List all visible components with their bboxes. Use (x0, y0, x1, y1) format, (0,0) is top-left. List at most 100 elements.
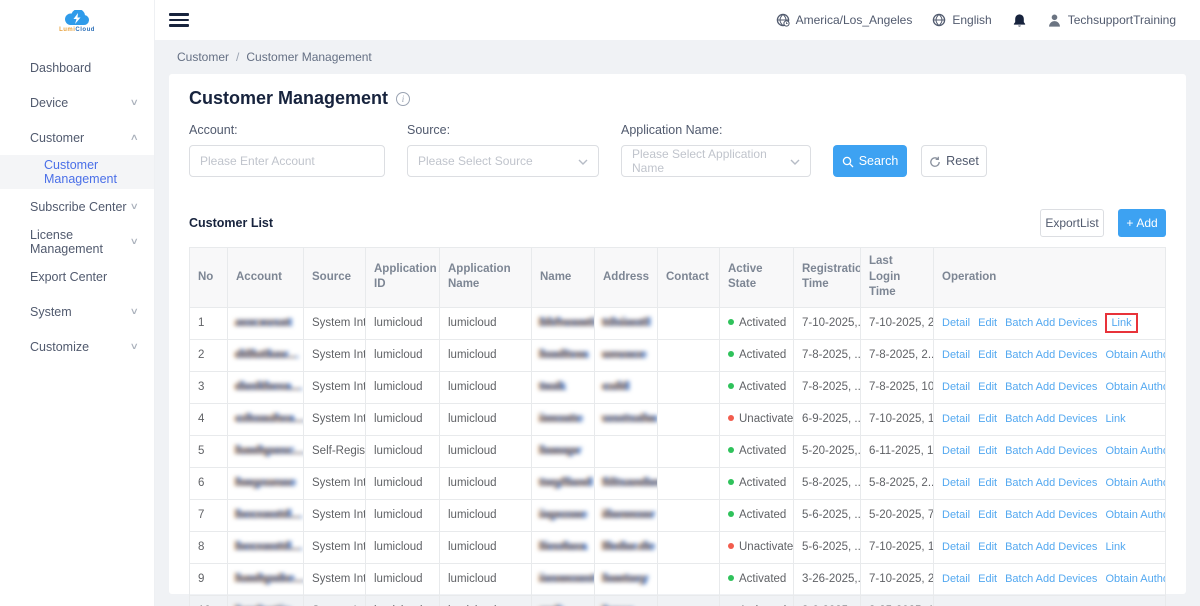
col-registration-time: Registration Time (794, 248, 861, 308)
op-detail-link[interactable]: Detail (942, 509, 970, 521)
user-menu[interactable]: TechsupportTraining (1047, 12, 1176, 27)
op-obtain-authorization-link[interactable]: Obtain Authorization (1105, 477, 1165, 489)
topbar-right: America/Los_Angeles English (776, 12, 1176, 27)
op-detail-link[interactable]: Detail (942, 349, 970, 361)
op-detail-link[interactable]: Detail (942, 477, 970, 489)
op-edit-link[interactable]: Edit (978, 477, 997, 489)
cell-registration-time: 3-26-2025,... (794, 563, 861, 595)
status-label: Unactivated (739, 413, 794, 425)
op-edit-link[interactable]: Edit (978, 573, 997, 585)
search-button[interactable]: Search (833, 145, 907, 177)
status-label: Activated (739, 509, 786, 521)
op-batch-add-devices-link[interactable]: Batch Add Devices (1005, 573, 1097, 585)
sidebar-item-device[interactable]: Device∨ (0, 85, 154, 120)
source-select[interactable]: Please Select Source (407, 145, 599, 177)
export-list-button[interactable]: ExportList (1040, 209, 1104, 237)
op-detail-link[interactable]: Detail (942, 381, 970, 393)
cell-application-id: lumicloud (366, 563, 440, 595)
op-batch-add-devices-link[interactable]: Batch Add Devices (1005, 477, 1097, 489)
table-row: 9 lumhpake... System Integr lumicloud lu… (190, 563, 1166, 595)
brand-logo[interactable]: LumiCloud (0, 0, 154, 42)
status-label: Activated (739, 317, 786, 329)
op-edit-link[interactable]: Edit (978, 541, 997, 553)
notifications-button[interactable] (1012, 12, 1027, 27)
cell-last-login-time: 6-11-2025, 1... (861, 435, 934, 467)
op-edit-link[interactable]: Edit (978, 445, 997, 457)
op-detail-link[interactable]: Detail (942, 413, 970, 425)
op-batch-add-devices-link[interactable]: Batch Add Devices (1005, 445, 1097, 457)
op-batch-add-devices-link[interactable]: Batch Add Devices (1005, 541, 1097, 553)
op-detail-link[interactable]: Detail (942, 317, 970, 329)
cell-application-name: lumicloud (440, 307, 532, 339)
sidebar-item-dashboard[interactable]: Dashboard (0, 50, 154, 85)
chevron-down-icon: ∨ (130, 341, 139, 352)
sidebar-item-label: Customer Management (44, 158, 154, 186)
cell-no: 3 (190, 371, 228, 403)
sidebar-item-license-management[interactable]: License Management∨ (0, 224, 154, 259)
col-name: Name (532, 248, 595, 308)
application-name-select[interactable]: Please Select Application Name (621, 145, 811, 177)
op-detail-link[interactable]: Detail (942, 541, 970, 553)
status-dot (728, 319, 734, 325)
language-label: English (952, 13, 991, 27)
cell-registration-time: 7-8-2025, ... (794, 339, 861, 371)
status-label: Activated (739, 445, 786, 457)
op-edit-link[interactable]: Edit (978, 317, 997, 329)
op-link-link[interactable]: Link (1105, 413, 1125, 425)
customer-table: No Account Source Application ID Applica… (189, 247, 1166, 606)
redacted-account: becrawtd... (236, 541, 302, 553)
account-input[interactable] (189, 145, 385, 177)
op-batch-add-devices-link[interactable]: Batch Add Devices (1005, 381, 1097, 393)
breadcrumb: Customer/Customer Management (155, 40, 1200, 70)
sidebar-item-subscribe-center[interactable]: Subscribe Center∨ (0, 189, 154, 224)
sidebar: LumiCloud Dashboard Device∨ Customer∧ Cu… (0, 0, 155, 606)
breadcrumb-current: Customer Management (246, 50, 371, 64)
table-row: 5 lumhpasc... Self-Registere lumicloud l… (190, 435, 1166, 467)
op-batch-add-devices-link[interactable]: Batch Add Devices (1005, 349, 1097, 361)
chevron-down-icon: ∨ (130, 306, 139, 317)
cell-source: System Integr (304, 307, 366, 339)
sidebar-item-customize[interactable]: Customize∨ (0, 329, 154, 364)
info-icon[interactable]: i (396, 92, 410, 106)
op-obtain-authorization-link[interactable]: Obtain Authorization (1105, 509, 1165, 521)
op-link-link[interactable]: Link (1111, 317, 1131, 329)
op-batch-add-devices-link[interactable]: Batch Add Devices (1005, 509, 1097, 521)
op-detail-link[interactable]: Detail (942, 573, 970, 585)
col-contact: Contact (658, 248, 720, 308)
timezone-selector[interactable]: America/Los_Angeles (776, 13, 913, 28)
sidebar-item-customer[interactable]: Customer∧ (0, 120, 154, 155)
op-obtain-authorization-link[interactable]: Obtain Authorization (1105, 445, 1165, 457)
op-edit-link[interactable]: Edit (978, 509, 997, 521)
op-obtain-authorization-link[interactable]: Obtain Authorization (1105, 349, 1165, 361)
breadcrumb-parent[interactable]: Customer (177, 50, 229, 64)
cell-account: ddlutkav... (228, 339, 304, 371)
reset-button[interactable]: Reset (921, 145, 987, 177)
op-batch-add-devices-link[interactable]: Batch Add Devices (1005, 413, 1097, 425)
search-icon (842, 154, 854, 168)
plus-icon: + (1126, 216, 1133, 230)
cell-no: 1 (190, 307, 228, 339)
collapse-menu-icon[interactable] (169, 10, 189, 30)
redacted-address: tdsiawtl (603, 317, 650, 329)
op-detail-link[interactable]: Detail (942, 445, 970, 457)
op-link-link[interactable]: Link (1105, 541, 1125, 553)
cell-operation: Detail Edit Batch Add Devices Obtain Author… (934, 339, 1166, 371)
op-edit-link[interactable]: Edit (978, 381, 997, 393)
op-obtain-authorization-link[interactable]: Obtain Authorization (1105, 573, 1165, 585)
sidebar-item-export-center[interactable]: Export Center (0, 259, 154, 294)
cell-source: System Integr (304, 403, 366, 435)
cell-application-id: lumicloud (366, 531, 440, 563)
language-selector[interactable]: English (932, 13, 991, 28)
table-row: 4 cdwauhra... System Integr lumicloud lu… (190, 403, 1166, 435)
status-label: Activated (739, 573, 786, 585)
op-batch-add-devices-link[interactable]: Batch Add Devices (1005, 317, 1097, 329)
add-button[interactable]: + Add (1118, 209, 1166, 237)
sidebar-item-system[interactable]: System∨ (0, 294, 154, 329)
op-edit-link[interactable]: Edit (978, 413, 997, 425)
op-edit-link[interactable]: Edit (978, 349, 997, 361)
op-obtain-authorization-link[interactable]: Obtain Authorization (1105, 381, 1165, 393)
cell-account: becrawtd... (228, 499, 304, 531)
redacted-account: ddlutkav... (236, 349, 298, 361)
source-label: Source: (407, 123, 599, 137)
sidebar-item-customer-management[interactable]: Customer Management (0, 155, 154, 189)
